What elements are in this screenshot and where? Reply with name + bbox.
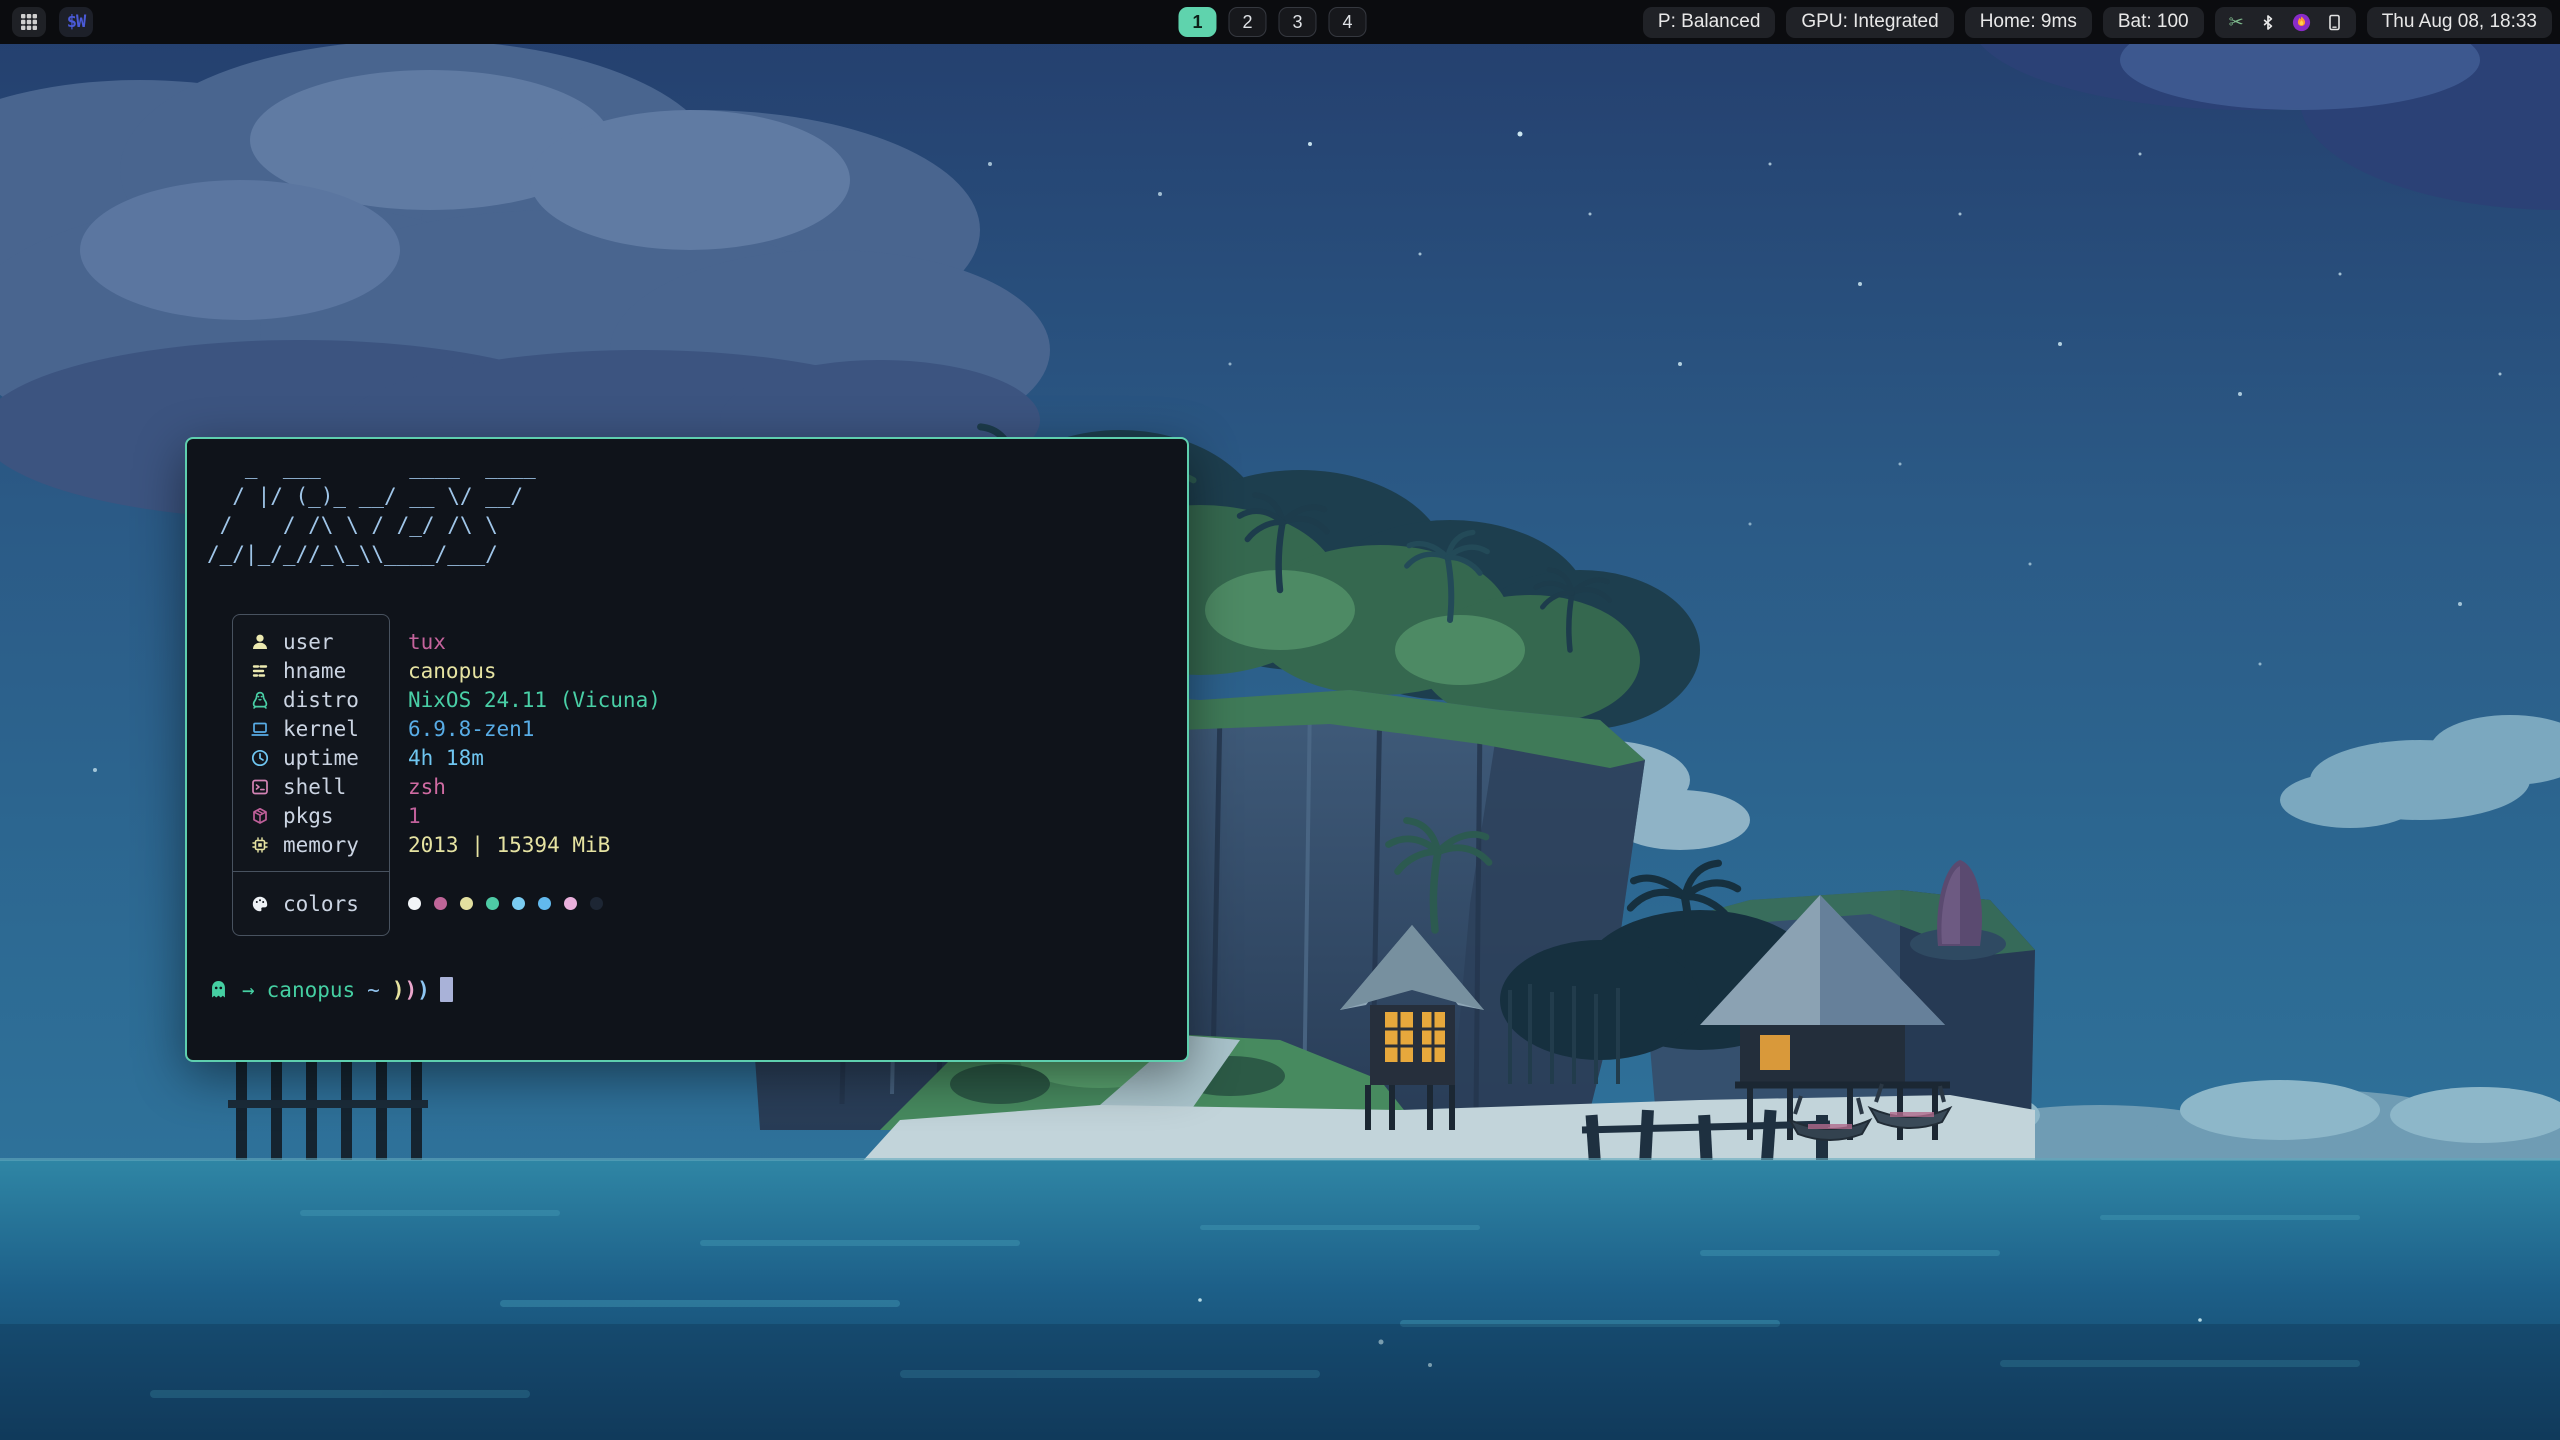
ping-status-pill[interactable]: Home: 9ms: [1965, 7, 2092, 38]
palette-dot: [486, 897, 499, 910]
fetch-label-box: user hname distro: [232, 614, 390, 936]
workspace-switcher: 1 2 3 4: [1178, 0, 1366, 44]
power-profile-pill[interactable]: P: Balanced: [1643, 7, 1775, 38]
system-tray: ✂: [2215, 7, 2356, 38]
fetch-label: pkgs: [283, 804, 334, 828]
fetch-value-shell: zsh: [408, 773, 661, 802]
palette-dot: [512, 897, 525, 910]
prompt-chevron-1: ): [392, 978, 405, 1002]
fetch-values: tux canopus NixOS 24.11 (Vicuna) 6.9.8-z…: [390, 614, 661, 936]
fetch-value-memory: 2013 | 15394 MiB: [408, 831, 661, 860]
app-launcher-button[interactable]: [12, 7, 46, 37]
uptime-icon: [249, 747, 271, 769]
palette-icon: [249, 893, 271, 915]
workspace-3[interactable]: 3: [1278, 7, 1316, 37]
fetch-row-user: user: [249, 627, 389, 656]
wm-logo: $W: [67, 12, 85, 32]
distro-icon: [249, 689, 271, 711]
palette-dot: [460, 897, 473, 910]
fetch-row-kernel: kernel: [249, 714, 389, 743]
palette-dot: [408, 897, 421, 910]
kernel-icon: [249, 718, 271, 740]
fetch-value-uptime: 4h 18m: [408, 744, 661, 773]
apps-grid-icon: [20, 13, 38, 31]
memory-icon: [249, 834, 271, 856]
fetch-row-memory: memory: [249, 830, 389, 859]
ascii-logo: _ ___ ____ ____ / |/ (_)_ __/ __ \/ __/ …: [207, 453, 536, 569]
prompt-chevron-2: ): [404, 978, 417, 1002]
workspace-2-label: 2: [1242, 12, 1252, 33]
clock-label: Thu Aug 08, 18:33: [2382, 11, 2537, 33]
prompt-chevron-3: ): [417, 978, 430, 1002]
fetch-label: shell: [283, 775, 346, 799]
prompt-host: canopus: [267, 978, 356, 1002]
fetch-row-uptime: uptime: [249, 743, 389, 772]
scissors-icon[interactable]: ✂: [2229, 13, 2244, 31]
packages-icon: [249, 805, 271, 827]
wm-logo-button[interactable]: $W: [59, 7, 93, 37]
fetch-value-user: tux: [408, 628, 661, 657]
palette-dot: [538, 897, 551, 910]
terminal-window[interactable]: _ ___ ____ ____ / |/ (_)_ __/ __ \/ __/ …: [185, 437, 1189, 1062]
gpu-status-label: GPU: Integrated: [1801, 11, 1938, 33]
fetch-row-hname: hname: [249, 656, 389, 685]
fetch-value-distro: NixOS 24.11 (Vicuna): [408, 686, 661, 715]
fetch-label: uptime: [283, 746, 359, 770]
workspace-4-label: 4: [1342, 12, 1352, 33]
fetch-label: kernel: [283, 717, 359, 741]
gpu-status-pill[interactable]: GPU: Integrated: [1786, 7, 1953, 38]
clock-pill[interactable]: Thu Aug 08, 18:33: [2367, 7, 2552, 38]
fetch-row-colors: colors: [233, 871, 389, 935]
terminal-color-palette: [408, 872, 661, 936]
shell-prompt[interactable]: → canopus ~ ) ) ): [207, 975, 453, 1004]
top-bar: $W 1 2 3 4 P: Balanced GPU: Integrated H…: [0, 0, 2560, 44]
flameshot-icon[interactable]: [2292, 13, 2311, 32]
ocean: [0, 1158, 2560, 1440]
power-profile-label: P: Balanced: [1658, 11, 1760, 33]
palette-dot: [434, 897, 447, 910]
fetch-label: colors: [283, 892, 359, 916]
user-icon: [249, 631, 271, 653]
workspace-1-label: 1: [1192, 12, 1202, 33]
prompt-arrow: →: [242, 978, 255, 1002]
ghost-icon: [207, 978, 230, 1001]
fetch-value-kernel: 6.9.8-zen1: [408, 715, 661, 744]
fetch-row-pkgs: pkgs: [249, 801, 389, 830]
shell-icon: [249, 776, 271, 798]
palette-dot: [564, 897, 577, 910]
battery-label: Bat: 100: [2118, 11, 2189, 33]
fetch-label: hname: [283, 659, 346, 683]
fetch-row-shell: shell: [249, 772, 389, 801]
prompt-path: ~: [367, 978, 380, 1002]
fetch-value-hname: canopus: [408, 657, 661, 686]
fetch-value-pkgs: 1: [408, 802, 661, 831]
workspace-3-label: 3: [1292, 12, 1302, 33]
palette-dot: [590, 897, 603, 910]
ping-status-label: Home: 9ms: [1980, 11, 2077, 33]
bluetooth-icon[interactable]: [2260, 14, 2276, 31]
fetch-row-distro: distro: [249, 685, 389, 714]
battery-pill[interactable]: Bat: 100: [2103, 7, 2204, 38]
fetch-label: memory: [283, 833, 359, 857]
workspace-4[interactable]: 4: [1328, 7, 1366, 37]
terminal-cursor: [440, 977, 453, 1002]
workspace-1[interactable]: 1: [1178, 7, 1216, 37]
hostname-icon: [249, 660, 271, 682]
fastfetch-output: user hname distro: [232, 614, 661, 936]
fetch-label: user: [283, 630, 334, 654]
workspace-2[interactable]: 2: [1228, 7, 1266, 37]
phone-icon[interactable]: [2327, 14, 2342, 31]
fetch-label: distro: [283, 688, 359, 712]
